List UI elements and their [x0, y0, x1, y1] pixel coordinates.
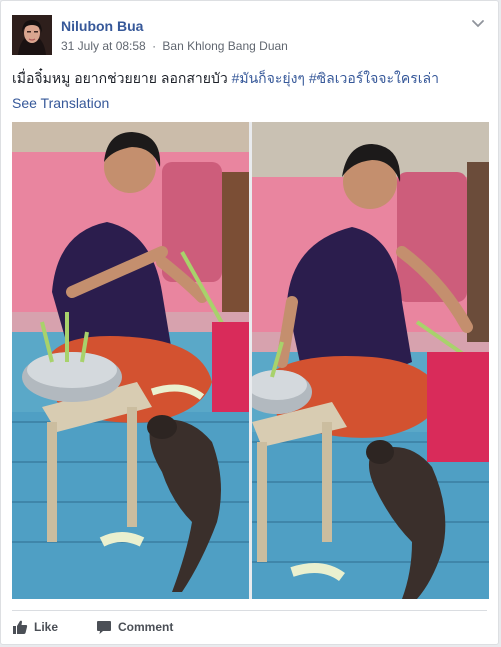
post-actions-bar: Like Comment [12, 617, 173, 637]
hashtag-link[interactable]: #มันก็จะยุ่งๆ [232, 70, 305, 86]
author-avatar[interactable] [12, 15, 52, 55]
post-meta: 31 July at 08:58 · Ban Khlong Bang Duan [61, 39, 288, 53]
hashtag-link[interactable]: #ซิลเวอร์ใจจะใครเล่า [309, 70, 439, 86]
chevron-down-icon[interactable] [470, 15, 486, 31]
speech-bubble-icon [96, 619, 112, 635]
post-text: เมื่อจิ๋มหมู อยากช่วยยาย ลอกสายบัว #มันก… [12, 69, 486, 87]
meta-separator: · [152, 39, 157, 53]
post-location[interactable]: Ban Khlong Bang Duan [162, 39, 287, 53]
see-translation-link[interactable]: See Translation [12, 95, 109, 111]
author-name[interactable]: Nilubon Bua [61, 18, 143, 34]
comment-button[interactable]: Comment [96, 619, 173, 635]
post-text-main: เมื่อจิ๋มหมู อยากช่วยยาย ลอกสายบัว [12, 70, 232, 86]
thumbs-up-icon [12, 619, 28, 635]
like-label: Like [34, 620, 59, 634]
comment-label: Comment [118, 620, 174, 634]
photo-grid [12, 122, 489, 599]
like-button[interactable]: Like [12, 619, 58, 635]
post-photo-2[interactable] [252, 122, 489, 599]
feed-post-card: Nilubon Bua 31 July at 08:58 · Ban Khlon… [0, 0, 499, 645]
post-timestamp[interactable]: 31 July at 08:58 [61, 39, 146, 53]
post-photo-1[interactable] [12, 122, 249, 599]
actions-divider [12, 610, 487, 611]
